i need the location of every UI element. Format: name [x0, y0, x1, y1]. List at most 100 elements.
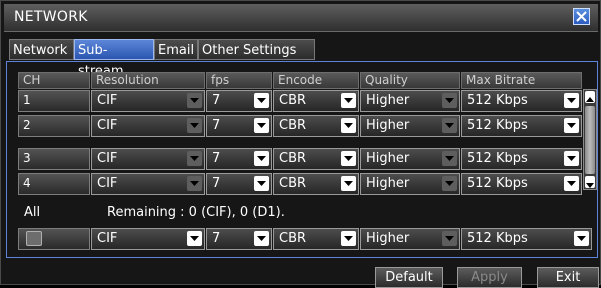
bitrate-select[interactable]: 512 Kbps: [461, 90, 582, 112]
chevron-down-icon: [254, 176, 269, 191]
resolution-value: CIF: [97, 231, 118, 246]
quality-select[interactable]: Higher: [360, 90, 460, 112]
quality-select[interactable]: Higher: [360, 173, 460, 195]
chevron-down-icon: [341, 176, 356, 191]
fps-value: 7: [212, 93, 221, 108]
quality-select[interactable]: Higher: [360, 148, 460, 170]
chevron-down-icon: [341, 151, 356, 166]
fps-select[interactable]: 7: [206, 173, 272, 195]
scroll-down-button[interactable]: [585, 176, 595, 188]
fps-value: 7: [212, 151, 221, 166]
tab-network[interactable]: Network: [9, 39, 74, 60]
remaining-text: Remaining : 0 (CIF), 0 (D1).: [107, 205, 285, 220]
resolution-value: CIF: [97, 93, 118, 108]
all-resolution-select[interactable]: CIF: [91, 228, 205, 250]
chevron-down-icon: [564, 118, 579, 133]
encode-value: CBR: [279, 176, 307, 191]
header-encode: Encode: [273, 72, 359, 89]
chevron-down-icon: [442, 118, 457, 133]
chevron-down-icon: [442, 93, 457, 108]
arrow-down-icon: [586, 183, 594, 188]
all-fps-select[interactable]: 7: [206, 228, 272, 250]
close-icon: [576, 11, 587, 22]
fps-select[interactable]: 7: [206, 90, 272, 112]
quality-value: Higher: [366, 231, 410, 246]
chevron-down-icon: [442, 231, 457, 246]
chevron-down-icon: [341, 231, 356, 246]
chevron-down-icon: [341, 93, 356, 108]
bitrate-select[interactable]: 512 Kbps: [461, 115, 582, 137]
window-title: NETWORK: [14, 9, 88, 25]
resolution-select[interactable]: CIF: [91, 173, 205, 195]
chevron-down-icon: [254, 231, 269, 246]
header-max-bitrate: Max Bitrate: [461, 72, 582, 89]
chevron-down-icon: [187, 93, 202, 108]
header-ch: CH: [18, 72, 90, 89]
scroll-thumb[interactable]: [585, 106, 595, 174]
encode-select[interactable]: CBR: [273, 173, 359, 195]
close-button[interactable]: [573, 8, 590, 25]
channel-cell: 2: [18, 115, 90, 137]
chevron-down-icon: [564, 151, 579, 166]
encode-value: CBR: [279, 231, 307, 246]
chevron-down-icon: [442, 176, 457, 191]
chevron-down-icon: [574, 231, 589, 246]
encode-value: CBR: [279, 151, 307, 166]
resolution-select[interactable]: CIF: [91, 148, 205, 170]
resolution-select[interactable]: CIF: [91, 115, 205, 137]
tab-sub-stream[interactable]: Sub-stream: [74, 39, 154, 79]
header-quality: Quality: [360, 72, 460, 89]
chevron-down-icon: [564, 176, 579, 191]
bitrate-select[interactable]: 512 Kbps: [461, 173, 582, 195]
all-encode-select[interactable]: CBR: [273, 228, 359, 250]
chevron-down-icon: [254, 118, 269, 133]
all-quality-select[interactable]: Higher: [360, 228, 460, 250]
channel-cell: 1: [18, 90, 90, 112]
chevron-down-icon: [442, 151, 457, 166]
encode-select[interactable]: CBR: [273, 90, 359, 112]
apply-all-checkbox[interactable]: [26, 231, 42, 246]
quality-value: Higher: [366, 118, 410, 133]
bitrate-value: 512 Kbps: [467, 118, 528, 133]
bitrate-value: 512 Kbps: [467, 231, 528, 246]
resolution-value: CIF: [97, 118, 118, 133]
resolution-value: CIF: [97, 151, 118, 166]
title-bar: NETWORK: [4, 4, 598, 32]
encode-select[interactable]: CBR: [273, 115, 359, 137]
encode-value: CBR: [279, 93, 307, 108]
chevron-down-icon: [187, 176, 202, 191]
all-bitrate-select[interactable]: 512 Kbps: [461, 228, 592, 250]
header-resolution: Resolution: [91, 72, 205, 89]
chevron-down-icon: [341, 118, 356, 133]
table-scrollbar[interactable]: [583, 89, 597, 190]
tab-email[interactable]: Email: [154, 39, 198, 60]
chevron-down-icon: [187, 231, 202, 246]
fps-select[interactable]: 7: [206, 115, 272, 137]
bitrate-value: 512 Kbps: [467, 93, 528, 108]
quality-value: Higher: [366, 151, 410, 166]
bitrate-value: 512 Kbps: [467, 176, 528, 191]
fps-value: 7: [212, 176, 221, 191]
tab-other-settings[interactable]: Other Settings: [198, 39, 315, 60]
scroll-up-button[interactable]: [585, 91, 595, 103]
encode-value: CBR: [279, 118, 307, 133]
bitrate-value: 512 Kbps: [467, 151, 528, 166]
network-dialog: NETWORK Network Sub-stream Email Other S…: [0, 0, 601, 288]
chevron-down-icon: [254, 151, 269, 166]
fps-value: 7: [212, 118, 221, 133]
resolution-value: CIF: [97, 176, 118, 191]
chevron-down-icon: [187, 151, 202, 166]
chevron-down-icon: [187, 118, 202, 133]
bitrate-select[interactable]: 512 Kbps: [461, 148, 582, 170]
fps-value: 7: [212, 231, 221, 246]
quality-select[interactable]: Higher: [360, 115, 460, 137]
header-fps: fps: [206, 72, 272, 89]
quality-value: Higher: [366, 176, 410, 191]
quality-value: Higher: [366, 93, 410, 108]
channel-cell: 4: [18, 173, 90, 195]
arrow-up-icon: [586, 97, 594, 102]
fps-select[interactable]: 7: [206, 148, 272, 170]
encode-select[interactable]: CBR: [273, 148, 359, 170]
channel-cell: 3: [18, 148, 90, 170]
resolution-select[interactable]: CIF: [91, 90, 205, 112]
